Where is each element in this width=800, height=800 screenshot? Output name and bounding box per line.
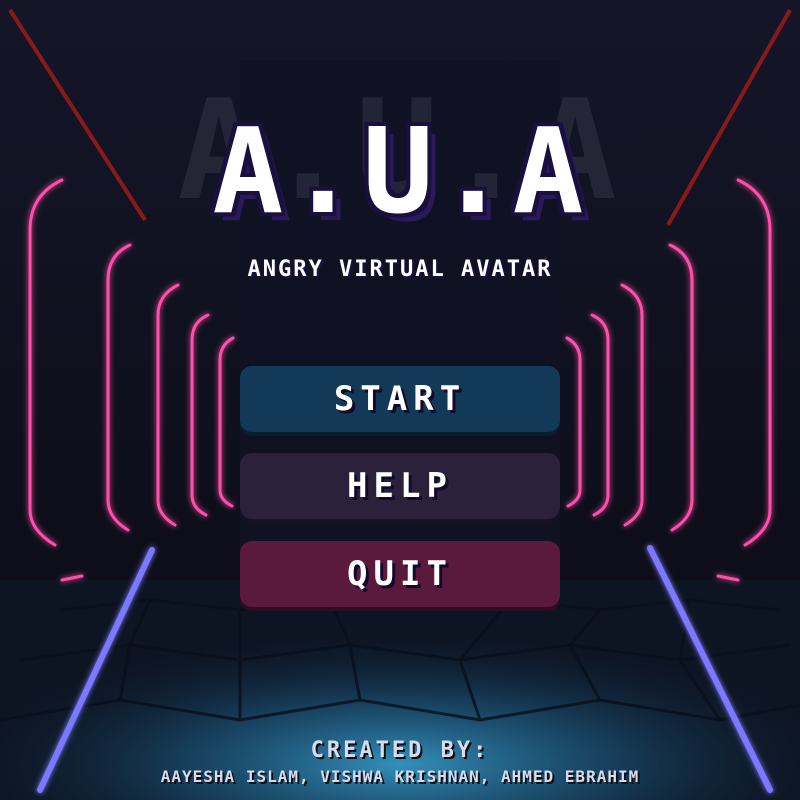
help-button[interactable]: HELP [240,453,560,519]
game-title-logo: A.U.A [212,102,588,240]
credits-names: AAYESHA ISLAM, VISHWA KRISHNAN, AHMED EB… [160,767,640,786]
credits-heading: CREATED BY: [310,738,490,763]
start-button[interactable]: START [240,366,560,432]
main-menu-screen: A.U.A A.U.A ANGRY VIRTUAL AVATAR START H… [0,0,800,800]
game-subtitle: ANGRY VIRTUAL AVATAR [247,257,553,282]
quit-button[interactable]: QUIT [240,541,560,607]
